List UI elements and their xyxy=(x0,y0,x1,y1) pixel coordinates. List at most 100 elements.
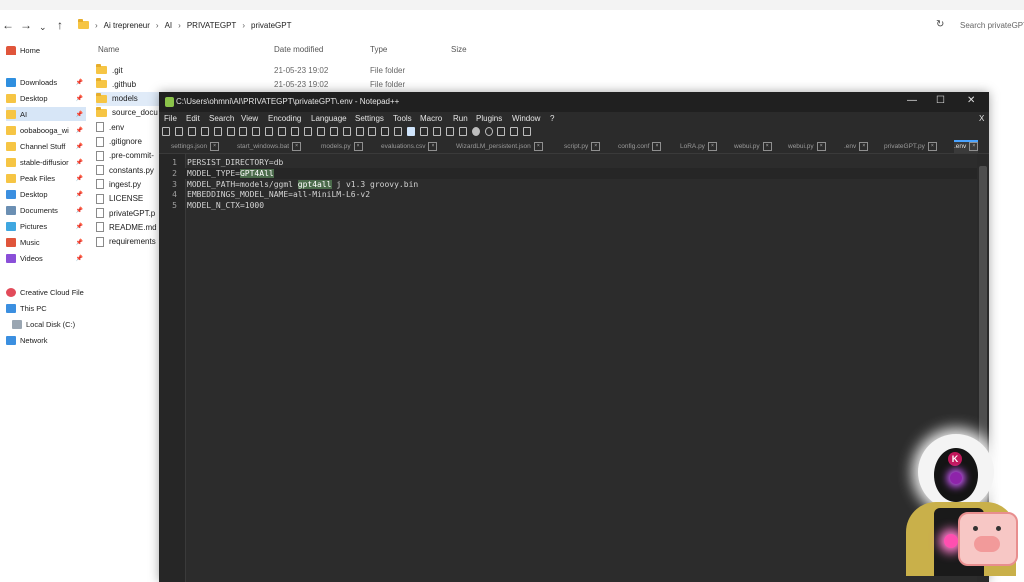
sidebar-item-this-pc[interactable]: This PC xyxy=(6,301,86,315)
code-line[interactable]: 2 MODEL_TYPE=GPT4All xyxy=(159,167,977,179)
file-row[interactable]: constants.py xyxy=(96,163,162,177)
minimize-icon[interactable]: — xyxy=(907,95,917,106)
cut-icon[interactable] xyxy=(252,127,261,136)
file-row[interactable]: .pre-commit- xyxy=(96,149,162,163)
pin-icon[interactable]: 📌 xyxy=(76,143,83,150)
menu-item[interactable]: Encoding xyxy=(268,114,301,123)
tab-close-icon[interactable]: × xyxy=(816,142,826,151)
address-bar[interactable]: › Ai trepreneur › AI › PRIVATEGPT › priv… xyxy=(78,15,918,35)
zoom-out-icon[interactable] xyxy=(355,127,364,136)
file-row[interactable]: ingest.py xyxy=(96,177,162,191)
new-file-icon[interactable] xyxy=(162,127,170,136)
zoom-in-icon[interactable] xyxy=(342,127,351,136)
tab-close-icon[interactable]: × xyxy=(859,142,869,151)
tab-close-icon[interactable]: × xyxy=(533,142,543,151)
print-icon[interactable] xyxy=(239,127,248,136)
sidebar-item-creative-cloud[interactable]: Creative Cloud File xyxy=(6,285,86,299)
search-input[interactable]: Search privateGPT xyxy=(960,21,1024,30)
file-row[interactable]: models xyxy=(96,91,162,106)
file-row[interactable]: .git xyxy=(96,63,162,77)
code-line[interactable]: 5 MODEL_N_CTX=1000 xyxy=(159,200,977,211)
find-icon[interactable] xyxy=(316,127,325,136)
column-header-type[interactable]: Type xyxy=(370,45,387,54)
document-tab[interactable]: evaluations.csv × xyxy=(381,142,438,153)
code-line[interactable]: 1 PERSIST_DIRECTORY=db xyxy=(159,157,977,168)
file-row[interactable]: privateGPT.p xyxy=(96,206,162,220)
menu-item[interactable]: Settings xyxy=(355,114,384,123)
pin-icon[interactable]: 📌 xyxy=(76,207,83,214)
pin-icon[interactable]: 📌 xyxy=(76,127,83,134)
tab-close-icon[interactable]: × xyxy=(969,142,979,151)
sidebar-item-quick-access[interactable]: AI 📌 xyxy=(6,107,86,121)
breadcrumb-item[interactable]: privateGPT xyxy=(251,21,291,30)
redo-icon[interactable] xyxy=(303,127,312,136)
save-all-icon[interactable] xyxy=(200,127,209,136)
pin-icon[interactable]: 📌 xyxy=(76,79,83,86)
file-row[interactable]: LICENSE xyxy=(96,192,162,206)
document-tab[interactable]: WizardLM_persistent.json × xyxy=(456,142,543,153)
function-list-icon[interactable] xyxy=(432,127,441,136)
forward-icon[interactable]: → xyxy=(20,18,32,32)
run-macro-icon[interactable] xyxy=(510,127,519,136)
editor-area[interactable]: 1 PERSIST_DIRECTORY=db 2 MODEL_TYPE=GPT4All… xyxy=(159,154,977,582)
up-arrow-icon[interactable]: ↑ xyxy=(57,18,63,32)
document-tab[interactable]: script.py × xyxy=(564,142,601,153)
column-header-date[interactable]: Date modified xyxy=(274,45,323,54)
document-tab[interactable]: webui.py × xyxy=(788,142,826,153)
menu-item[interactable]: View xyxy=(241,114,258,123)
menu-item[interactable]: Language xyxy=(311,114,347,123)
save-icon[interactable] xyxy=(187,127,196,136)
refresh-icon[interactable]: ↻ xyxy=(936,19,944,30)
close-all-icon[interactable] xyxy=(226,127,235,136)
sidebar-item-quick-access[interactable]: Pictures 📌 xyxy=(6,219,86,233)
record-macro-icon[interactable] xyxy=(471,127,480,136)
menu-item[interactable]: Tools xyxy=(393,114,412,123)
sidebar-item-quick-access[interactable]: Downloads 📌 xyxy=(6,75,86,89)
tab-close-icon[interactable]: × xyxy=(292,142,302,151)
file-row[interactable]: .github xyxy=(96,77,162,91)
code-line[interactable]: 3 MODEL_PATH=models/ggml gpt4all j v1.3 g… xyxy=(159,179,977,190)
document-tab[interactable]: config.conf × xyxy=(618,142,662,153)
tab-close-icon[interactable]: × xyxy=(707,142,717,151)
sidebar-item-quick-access[interactable]: oobabooga_wi 📌 xyxy=(6,123,86,137)
sidebar-item-quick-access[interactable]: stable-diffusior 📌 xyxy=(6,155,86,169)
menu-item[interactable]: File xyxy=(164,114,177,123)
sidebar-item-quick-access[interactable]: Channel Stuff 📌 xyxy=(6,139,86,153)
close-document-button[interactable]: X xyxy=(979,114,984,123)
tab-close-icon[interactable]: × xyxy=(927,142,937,151)
chevron-down-icon[interactable]: ⌄ xyxy=(39,20,47,34)
pin-icon[interactable]: 📌 xyxy=(76,111,83,118)
folder-workspace-icon[interactable] xyxy=(445,127,454,136)
open-file-icon[interactable] xyxy=(174,127,183,136)
sidebar-item-quick-access[interactable]: Peak Files 📌 xyxy=(6,171,86,185)
breadcrumb-item[interactable]: PRIVATEGPT xyxy=(187,21,237,30)
pin-icon[interactable]: 📌 xyxy=(76,159,83,166)
indent-guide-icon[interactable] xyxy=(407,127,416,136)
play-macro-icon[interactable] xyxy=(497,127,506,136)
close-icon[interactable]: ✕ xyxy=(967,95,975,106)
menu-item[interactable]: Plugins xyxy=(476,114,502,123)
pin-icon[interactable]: 📌 xyxy=(76,255,83,262)
paste-icon[interactable] xyxy=(278,127,287,136)
pin-icon[interactable]: 📌 xyxy=(76,95,83,102)
file-row[interactable]: source_docu xyxy=(96,106,162,120)
menu-item[interactable]: Search xyxy=(209,114,234,123)
sync-scroll-icon[interactable] xyxy=(368,127,377,136)
document-tab[interactable]: privateGPT.py × xyxy=(884,142,937,153)
wrap-icon[interactable] xyxy=(381,127,390,136)
column-header-size[interactable]: Size xyxy=(451,45,467,54)
sidebar-item-quick-access[interactable]: Desktop 📌 xyxy=(6,187,86,201)
sidebar-item-home[interactable]: Home xyxy=(6,43,86,57)
copy-icon[interactable] xyxy=(265,127,274,136)
tab-close-icon[interactable]: × xyxy=(652,142,662,151)
show-all-chars-icon[interactable] xyxy=(394,127,403,136)
sidebar-item-quick-access[interactable]: Documents 📌 xyxy=(6,203,86,217)
close-icon[interactable] xyxy=(213,127,222,136)
pin-icon[interactable]: 📌 xyxy=(76,223,83,230)
file-row[interactable]: .gitignore xyxy=(96,135,162,149)
menu-item[interactable]: Window xyxy=(512,114,540,123)
document-tab[interactable]: settings.json × xyxy=(171,142,220,153)
document-tab[interactable]: models.py × xyxy=(321,142,363,153)
document-tab[interactable]: .env × xyxy=(844,142,869,153)
sidebar-item-quick-access[interactable]: Music 📌 xyxy=(6,235,86,249)
